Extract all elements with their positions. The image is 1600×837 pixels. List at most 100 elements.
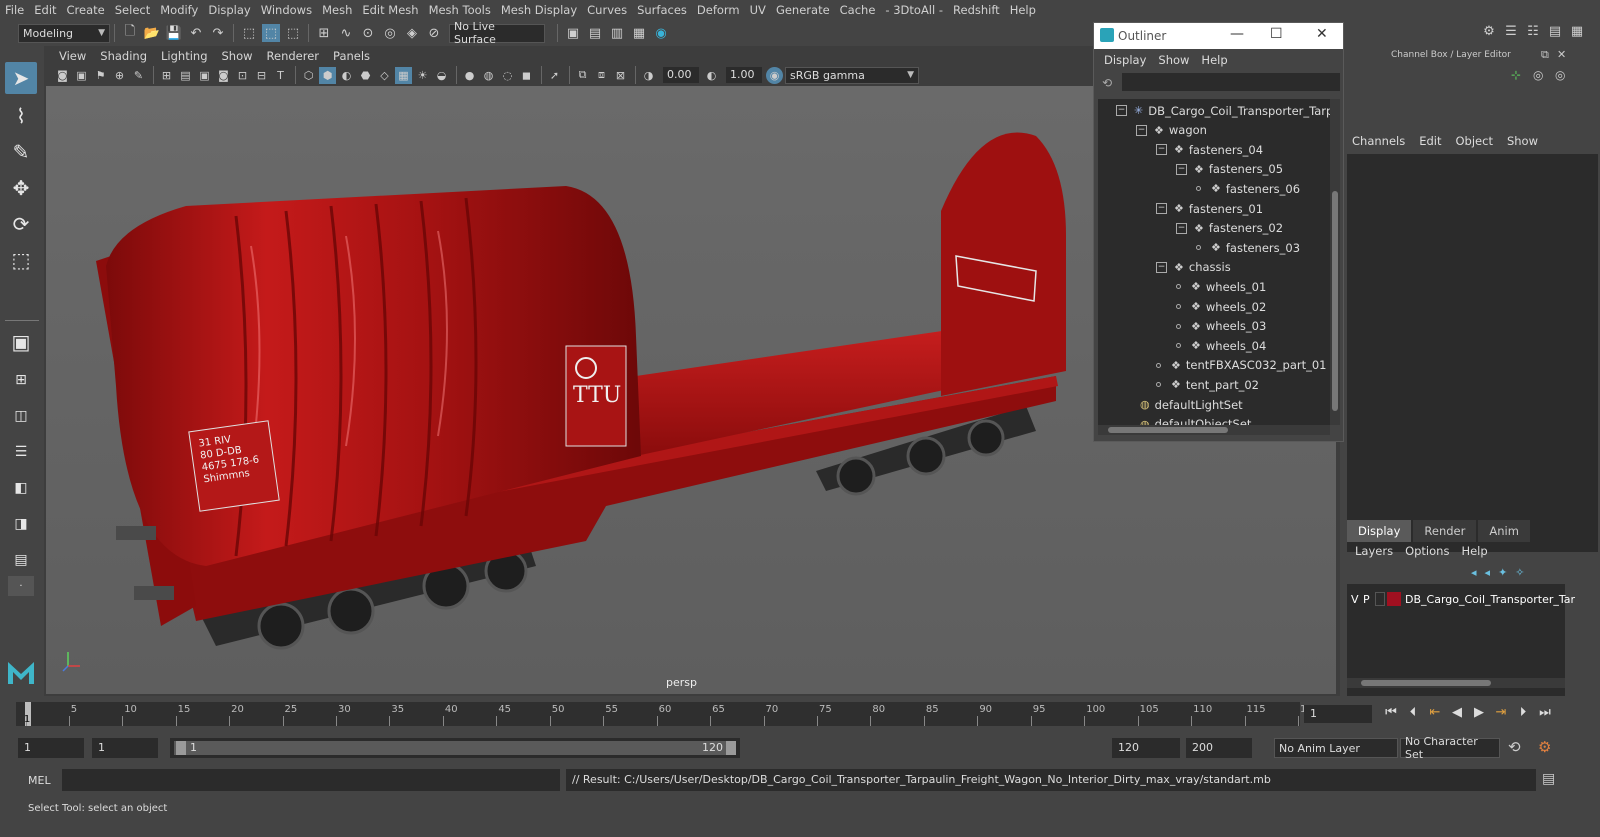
menu-display[interactable]: Display xyxy=(203,3,255,17)
collapse-toggle-icon[interactable]: − xyxy=(1156,203,1167,214)
step-forward-frame-icon[interactable]: ⏵ xyxy=(1512,705,1534,720)
modeling-toolkit-icon[interactable]: ☰ xyxy=(1502,22,1520,40)
go-to-end-icon[interactable]: ⏭ xyxy=(1534,705,1556,720)
collapse-toggle-icon[interactable]: − xyxy=(1156,261,1167,273)
step-forward-key-icon[interactable]: ⇥ xyxy=(1490,705,1512,720)
menu-windows[interactable]: Windows xyxy=(256,3,317,17)
outliner-menu-help[interactable]: Help xyxy=(1195,53,1233,67)
save-scene-icon[interactable]: 💾 xyxy=(165,24,183,42)
menu-edit[interactable]: Edit xyxy=(29,3,61,17)
hypershade-icon[interactable]: ◉ xyxy=(652,24,670,42)
hypershade-layout-icon[interactable]: ▤ xyxy=(5,544,37,576)
filter-icon[interactable]: ⟲ xyxy=(1102,76,1112,90)
ambient-occlusion-icon[interactable]: ● xyxy=(461,67,478,84)
texture-icon[interactable]: ▦ xyxy=(395,66,412,84)
playback-start-field[interactable]: 1 xyxy=(92,738,158,758)
viewport-menu-renderer[interactable]: Renderer xyxy=(260,49,327,63)
step-back-key-icon[interactable]: ⇤ xyxy=(1424,705,1446,720)
layer-menu-options[interactable]: Options xyxy=(1399,544,1455,558)
isolate-select-icon[interactable]: ➚ xyxy=(546,67,563,84)
outliner-item[interactable]: ❖ fasteners_03 xyxy=(1196,238,1300,257)
menu-mesh-display[interactable]: Mesh Display xyxy=(496,3,582,17)
layer-row[interactable]: V P DB_Cargo_Coil_Transporter_Tar xyxy=(1351,590,1575,608)
channel-box-icon[interactable]: ▦ xyxy=(1568,22,1586,40)
new-scene-icon[interactable]: 🗋 xyxy=(121,24,139,42)
depth-of-field-icon[interactable]: ◼ xyxy=(518,67,535,84)
snap-view-icon[interactable]: ◎ xyxy=(381,24,399,42)
outliner-item[interactable]: ❖ tentFBXASC032_part_01 xyxy=(1156,356,1327,375)
collapse-toggle-icon[interactable]: − xyxy=(1176,163,1187,175)
animation-prefs-icon[interactable]: ⚙ xyxy=(1538,738,1551,756)
gamma-field[interactable]: 1.00 xyxy=(726,67,762,83)
outliner-item[interactable]: ❖ wheels_02 xyxy=(1176,297,1266,316)
outliner-vertical-scrollbar[interactable] xyxy=(1330,99,1340,425)
layer-horizontal-scrollbar[interactable] xyxy=(1347,678,1565,688)
outliner-menu-show[interactable]: Show xyxy=(1152,53,1195,67)
menu-mesh[interactable]: Mesh xyxy=(317,3,357,17)
move-layer-up-icon[interactable]: ◂ xyxy=(1471,566,1477,579)
playback-end-field[interactable]: 120 xyxy=(1112,738,1180,758)
colorspace-dropdown[interactable]: sRGB gamma ▼ xyxy=(785,66,919,84)
new-layer-icon[interactable]: ✦ xyxy=(1498,566,1507,579)
two-pane-icon[interactable]: ◫ xyxy=(5,400,37,432)
exposure-icon[interactable]: ◑ xyxy=(640,67,657,84)
menu-redshift[interactable]: Redshift xyxy=(948,3,1005,17)
outliner-item[interactable]: − ❖ fasteners_02 xyxy=(1176,219,1283,238)
tool-settings-icon[interactable]: ▤ xyxy=(1546,22,1564,40)
outliner-item[interactable]: ❖ wheels_03 xyxy=(1176,317,1266,336)
menu-cache[interactable]: Cache xyxy=(835,3,881,17)
workspace-icon[interactable]: ⚙ xyxy=(1480,22,1498,40)
anti-aliasing-icon[interactable]: ◌ xyxy=(499,67,516,84)
wireframe-on-shaded-icon[interactable]: ⬣ xyxy=(357,67,374,84)
select-object-icon[interactable]: ⬚ xyxy=(262,24,280,42)
safe-action-icon[interactable]: ⊟ xyxy=(253,67,270,84)
range-start-handle[interactable] xyxy=(176,741,186,755)
close-panel-icon[interactable]: ✕ xyxy=(1557,48,1566,61)
outliner-item[interactable]: − ❖ chassis xyxy=(1156,258,1231,277)
lights-icon[interactable]: ☀ xyxy=(414,67,431,84)
menu-create[interactable]: Create xyxy=(62,3,110,17)
outliner-item[interactable]: ❖ fasteners_06 xyxy=(1196,179,1300,198)
character-set-dropdown[interactable]: No Character Set xyxy=(1400,735,1500,761)
menu-uv[interactable]: UV xyxy=(745,3,771,17)
outliner-item[interactable]: − ❖ fasteners_04 xyxy=(1156,140,1263,159)
layer-playback-toggle[interactable]: P xyxy=(1363,593,1375,606)
layer-color-swatch[interactable] xyxy=(1387,592,1401,606)
image-plane-icon[interactable]: ⊕ xyxy=(111,67,128,84)
range-slider[interactable]: 1 120 xyxy=(170,738,740,758)
menu-modify[interactable]: Modify xyxy=(155,3,203,17)
command-language-label[interactable]: MEL xyxy=(28,774,51,787)
viewport-menu-view[interactable]: View xyxy=(52,49,93,63)
render-view-icon[interactable]: ▦ xyxy=(630,24,648,42)
channel-menu-edit[interactable]: Edit xyxy=(1412,134,1448,148)
outliner-item[interactable]: ❖ tent_part_02 xyxy=(1156,375,1259,394)
select-hierarchy-icon[interactable]: ⬚ xyxy=(240,24,258,42)
go-to-start-icon[interactable]: ⏮ xyxy=(1380,705,1402,720)
snap-curve-icon[interactable]: ∿ xyxy=(337,24,355,42)
viewport-menu-shading[interactable]: Shading xyxy=(93,49,154,63)
menu-file[interactable]: File xyxy=(0,3,29,17)
step-back-frame-icon[interactable]: ⏴ xyxy=(1402,705,1424,720)
snap-surface-icon[interactable]: ◈ xyxy=(403,24,421,42)
open-scene-icon[interactable]: 📂 xyxy=(143,24,161,42)
outliner-search-input[interactable] xyxy=(1122,73,1340,91)
outliner-item[interactable]: ❖ wheels_04 xyxy=(1176,336,1266,355)
animation-end-field[interactable]: 200 xyxy=(1186,738,1252,758)
current-frame-field[interactable]: 1 xyxy=(1304,705,1372,723)
menu-edit-mesh[interactable]: Edit Mesh xyxy=(357,3,423,17)
exposure-field[interactable]: 0.00 xyxy=(663,67,699,83)
channel-menu-object[interactable]: Object xyxy=(1449,134,1500,148)
viewport-menu-panels[interactable]: Panels xyxy=(326,49,377,63)
tab-anim[interactable]: Anim xyxy=(1478,520,1530,542)
frame-all-icon[interactable]: ⊠ xyxy=(612,67,629,84)
channel-settings-icon[interactable]: ◎ xyxy=(1555,68,1565,82)
xray-components-icon[interactable]: ⧈ xyxy=(593,67,610,84)
undo-icon[interactable]: ↶ xyxy=(187,24,205,42)
close-icon[interactable]: ✕ xyxy=(1316,26,1328,42)
scale-tool-icon[interactable]: ⬚ xyxy=(5,244,37,276)
collapse-toggle-icon[interactable]: − xyxy=(1176,222,1187,234)
motion-blur-icon[interactable]: ◍ xyxy=(480,67,497,84)
paint-select-icon[interactable]: ✎ xyxy=(5,136,37,168)
tab-display[interactable]: Display xyxy=(1347,520,1412,542)
minimize-icon[interactable]: — xyxy=(1230,26,1244,42)
